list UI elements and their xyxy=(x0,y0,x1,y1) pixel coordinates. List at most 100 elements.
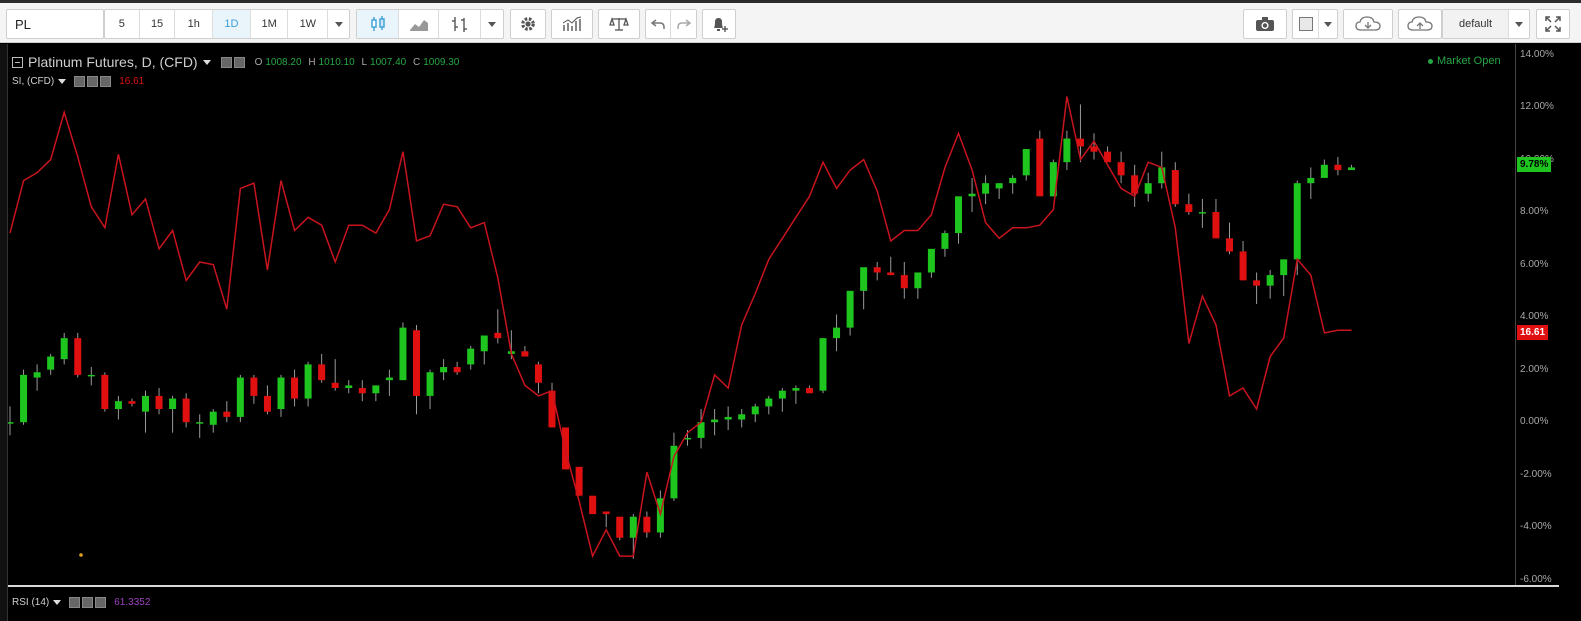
low-value: 1007.40 xyxy=(370,56,407,68)
interval-dropdown[interactable] xyxy=(328,10,349,38)
candle-body xyxy=(521,351,529,357)
candle-body xyxy=(236,377,244,417)
price-axis[interactable]: 14.00%12.00%10.00%8.00%6.00%4.00%2.00%0.… xyxy=(1515,44,1559,585)
interval-group: 5 15 1h 1D 1M 1W xyxy=(104,9,350,39)
color-dropdown[interactable] xyxy=(1319,10,1337,38)
layout-name-label: default xyxy=(1458,18,1493,30)
settings-icon[interactable] xyxy=(87,76,99,87)
candle-body xyxy=(114,401,122,410)
cloud-load-button[interactable] xyxy=(1343,9,1393,39)
ohlc-values: O 1008.20 H 1010.10 L 1007.40 C 1009.30 xyxy=(251,57,460,68)
candle-body xyxy=(846,290,854,328)
interval-5[interactable]: 5 xyxy=(105,10,140,38)
candle-body xyxy=(358,388,366,394)
chevron-down-icon xyxy=(334,21,343,27)
axis-tick-label: 2.00% xyxy=(1520,363,1549,375)
main-series-title[interactable]: Platinum Futures, D, (CFD) xyxy=(28,54,198,70)
candle-body xyxy=(1266,275,1274,286)
chevron-down-icon xyxy=(488,21,496,27)
candle-body xyxy=(602,511,610,515)
chevron-down-icon[interactable] xyxy=(53,600,62,605)
chart-app: PL 5 15 1h 1D 1M 1W default 14.00% 12.00… xyxy=(0,0,1581,621)
bars-chart-button[interactable] xyxy=(439,10,481,38)
candle-body xyxy=(345,385,353,389)
candle-body xyxy=(792,388,800,391)
last-price-badge: 9.78% xyxy=(1517,157,1552,173)
interval-1h[interactable]: 1h xyxy=(175,10,214,38)
cloud-save-button[interactable] xyxy=(1398,9,1442,39)
interval-1m[interactable]: 1M xyxy=(251,10,289,38)
candle-body xyxy=(751,406,759,415)
interval-1w[interactable]: 1W xyxy=(288,10,329,38)
layout-name[interactable]: default xyxy=(1443,10,1509,38)
area-chart-button[interactable] xyxy=(399,10,439,38)
candle-body xyxy=(304,364,312,399)
visibility-icon[interactable] xyxy=(74,76,86,87)
close-icon[interactable] xyxy=(100,76,112,87)
symbol-search-input[interactable]: PL xyxy=(6,9,104,39)
rsi-title[interactable]: RSI (14) xyxy=(12,597,49,608)
settings-button[interactable] xyxy=(510,9,546,39)
settings-icon[interactable] xyxy=(82,597,94,608)
candle-body xyxy=(805,388,813,394)
color-picker[interactable] xyxy=(1292,9,1338,39)
compare-series-title[interactable]: SI, (CFD) xyxy=(12,76,54,87)
fullscreen-button[interactable] xyxy=(1536,9,1570,39)
event-marker xyxy=(79,553,83,557)
candle-body xyxy=(1090,146,1098,152)
interval-15[interactable]: 15 xyxy=(140,10,176,38)
interval-1d[interactable]: 1D xyxy=(213,10,251,38)
candle-body xyxy=(1334,164,1342,171)
visibility-icon[interactable] xyxy=(69,597,81,608)
chevron-down-icon[interactable] xyxy=(202,59,211,65)
candle-body xyxy=(1063,138,1071,163)
color-swatch[interactable] xyxy=(1293,10,1319,38)
compare-button[interactable] xyxy=(598,9,640,39)
right-edge xyxy=(1559,44,1581,585)
indicators-button[interactable] xyxy=(551,9,593,39)
layout-dropdown[interactable] xyxy=(1509,10,1529,38)
collapse-icon[interactable] xyxy=(12,56,23,68)
candle-body xyxy=(1022,149,1030,176)
layout-select[interactable]: default xyxy=(1442,9,1530,39)
visibility-icon[interactable] xyxy=(220,56,232,68)
left-edge xyxy=(0,44,8,621)
candle-body xyxy=(142,395,149,412)
candle-body xyxy=(101,374,109,410)
candle-body xyxy=(941,233,949,249)
redo-icon xyxy=(676,19,691,29)
candle-body xyxy=(74,338,82,375)
candle-body xyxy=(765,398,773,407)
chevron-down-icon[interactable] xyxy=(58,79,67,84)
axis-tick-label: 12.00% xyxy=(1520,101,1554,113)
candle-body xyxy=(548,390,556,428)
candle-body xyxy=(833,327,841,339)
candle-body xyxy=(399,327,407,381)
interval-1m-label: 1M xyxy=(261,18,277,30)
candles-button[interactable] xyxy=(357,10,399,38)
candle-body xyxy=(480,335,488,352)
chart-type-dropdown[interactable] xyxy=(481,10,503,38)
settings-icon[interactable] xyxy=(233,56,245,68)
snapshot-button[interactable] xyxy=(1243,9,1287,39)
camera-icon xyxy=(1256,17,1274,31)
axis-tick-label: 4.00% xyxy=(1520,311,1549,323)
close-label: C xyxy=(412,56,421,68)
square-icon xyxy=(1298,17,1313,31)
candle-body xyxy=(738,414,746,420)
alert-button[interactable] xyxy=(702,9,736,39)
candle-body xyxy=(927,248,935,273)
candle-body xyxy=(33,372,41,378)
undo-button[interactable] xyxy=(646,10,672,38)
chart-plot-area[interactable] xyxy=(8,44,1515,585)
candle-body xyxy=(589,495,597,515)
close-icon[interactable] xyxy=(95,597,107,608)
market-status-text: Market Open xyxy=(1437,55,1501,67)
candles-icon xyxy=(370,16,385,31)
candle-body xyxy=(1293,183,1301,260)
candle-body xyxy=(982,183,990,194)
interval-1w-label: 1W xyxy=(299,18,317,30)
rsi-pane[interactable]: RSI (14) 61.3352 xyxy=(8,587,1581,621)
redo-button[interactable] xyxy=(671,10,696,38)
candle-body xyxy=(670,445,678,499)
